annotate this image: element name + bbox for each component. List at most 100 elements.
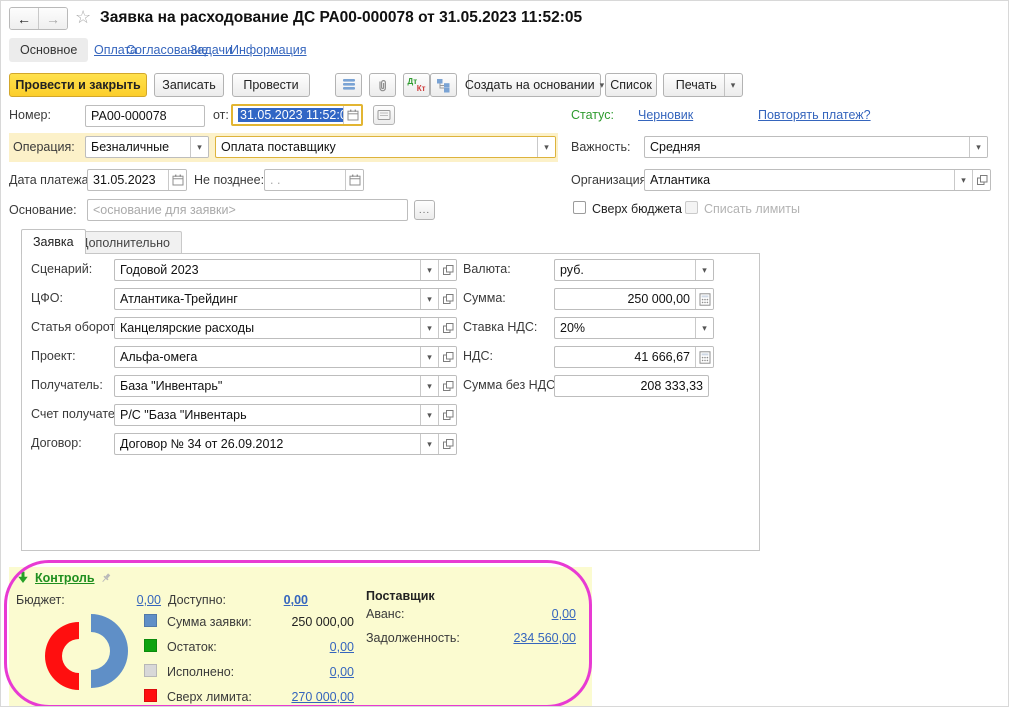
chevron-down-icon[interactable]: ▾ <box>537 137 555 157</box>
chevron-down-icon[interactable]: ▾ <box>420 289 438 309</box>
project-combo[interactable]: Альфа-омега ▾ <box>114 346 457 368</box>
open-icon[interactable] <box>438 405 456 425</box>
chevron-down-icon[interactable]: ▾ <box>954 170 972 190</box>
expand-down-icon[interactable] <box>17 571 29 584</box>
contract-combo[interactable]: Договор № 34 от 26.09.2012 ▾ <box>114 433 457 455</box>
status-link[interactable]: Черновик <box>638 108 693 122</box>
nav-link-tasks[interactable]: Задачи <box>190 43 232 57</box>
organization-value: Атлантика <box>645 173 954 187</box>
operation-kind-combo[interactable]: Оплата поставщику ▾ <box>215 136 556 158</box>
over-budget-checkbox[interactable] <box>573 201 586 214</box>
calculator-icon[interactable] <box>695 289 713 309</box>
not-later-label: Не позднее: <box>194 173 264 187</box>
create-on-basis-button[interactable]: Создать на основании ▾ <box>468 73 601 97</box>
number-value: РА00-000078 <box>86 109 204 123</box>
datetime-field[interactable]: 31.05.2023 11:52:05 <box>231 104 363 126</box>
vat-field[interactable]: 41 666,67 <box>554 346 714 368</box>
back-button[interactable]: ← <box>10 8 39 29</box>
legend-value-executed[interactable]: 0,00 <box>254 665 354 679</box>
chevron-down-icon[interactable]: ▾ <box>420 405 438 425</box>
open-icon[interactable] <box>972 170 990 190</box>
post-and-close-button[interactable]: Провести и закрыть <box>9 73 147 97</box>
importance-combo[interactable]: Средняя ▾ <box>644 136 988 158</box>
pin-icon[interactable] <box>99 572 112 585</box>
chevron-down-icon[interactable]: ▾ <box>420 434 438 454</box>
chevron-down-icon[interactable]: ▾ <box>695 318 713 338</box>
chevron-down-icon[interactable]: ▾ <box>695 260 713 280</box>
basis-field[interactable]: <основание для заявки> <box>87 199 408 221</box>
repeat-payment-link[interactable]: Повторять платеж? <box>758 108 871 122</box>
print-button[interactable]: Печать ▾ <box>663 73 743 97</box>
amount-field[interactable]: 250 000,00 <box>554 288 714 310</box>
debt-value-link[interactable]: 234 560,00 <box>476 631 576 645</box>
chevron-down-icon[interactable]: ▾ <box>969 137 987 157</box>
scenario-combo[interactable]: Годовой 2023 ▾ <box>114 259 457 281</box>
basis-select-button[interactable]: ... <box>414 200 435 220</box>
operation-type-combo[interactable]: Безналичные ▾ <box>85 136 209 158</box>
list-button[interactable]: Список <box>605 73 657 97</box>
advance-value-link[interactable]: 0,00 <box>496 607 576 621</box>
payee-account-combo[interactable]: Р/С "База "Инвентарь ▾ <box>114 404 457 426</box>
favorite-star-icon[interactable]: ☆ <box>75 7 91 28</box>
project-value: Альфа-омега <box>115 350 420 364</box>
currency-value: руб. <box>555 263 695 277</box>
operation-kind-value: Оплата поставщику <box>216 140 537 154</box>
open-icon[interactable] <box>438 347 456 367</box>
open-icon[interactable] <box>438 289 456 309</box>
nav-link-info[interactable]: Информация <box>230 43 307 57</box>
open-icon[interactable] <box>438 434 456 454</box>
tab-request-label: Заявка <box>33 235 74 249</box>
write-label: Записать <box>162 78 215 92</box>
post-button[interactable]: Провести <box>232 73 310 97</box>
open-icon[interactable] <box>438 260 456 280</box>
supplier-title: Поставщик <box>366 589 435 603</box>
not-later-field[interactable]: . . <box>264 169 364 191</box>
legend-label-request: Сумма заявки: <box>167 615 252 629</box>
forward-button[interactable]: → <box>39 8 67 29</box>
open-icon[interactable] <box>438 376 456 396</box>
calculator-icon[interactable] <box>695 347 713 367</box>
chevron-down-icon[interactable]: ▾ <box>420 318 438 338</box>
calendar-icon[interactable] <box>345 170 363 190</box>
back-icon: ← <box>17 11 31 27</box>
currency-combo[interactable]: руб. ▾ <box>554 259 714 281</box>
payment-date-field[interactable]: 31.05.2023 <box>87 169 187 191</box>
journal-button[interactable] <box>373 105 395 125</box>
vat-rate-combo[interactable]: 20% ▾ <box>554 317 714 339</box>
open-icon[interactable] <box>438 318 456 338</box>
calendar-icon[interactable] <box>168 170 186 190</box>
contract-value: Договор № 34 от 26.09.2012 <box>115 437 420 451</box>
legend-value-over-limit[interactable]: 270 000,00 <box>254 690 354 704</box>
control-section-link[interactable]: Контроль <box>35 571 95 585</box>
chevron-down-icon[interactable]: ▾ <box>190 137 208 157</box>
number-field[interactable]: РА00-000078 <box>85 105 205 127</box>
amount-value: 250 000,00 <box>555 292 695 306</box>
legend-label-executed: Исполнено: <box>167 665 234 679</box>
turnover-item-combo[interactable]: Канцелярские расходы ▾ <box>114 317 457 339</box>
status-label: Статус: <box>571 108 614 122</box>
amount-no-vat-field[interactable]: 208 333,33 <box>554 375 709 397</box>
not-later-value: . . <box>265 173 345 187</box>
register-records-button[interactable] <box>335 73 362 97</box>
cfo-combo[interactable]: Атлантика-Трейдинг ▾ <box>114 288 457 310</box>
payee-combo[interactable]: База "Инвентарь" ▾ <box>114 375 457 397</box>
budget-donut-chart <box>41 603 137 703</box>
dt-kt-button[interactable]: Дт Кт <box>403 73 430 97</box>
vat-value: 41 666,67 <box>555 350 695 364</box>
payee-account-value: Р/С "База "Инвентарь <box>115 408 420 422</box>
scenario-value: Годовой 2023 <box>115 263 420 277</box>
organization-combo[interactable]: Атлантика ▾ <box>644 169 991 191</box>
chevron-down-icon[interactable]: ▾ <box>420 347 438 367</box>
currency-label: Валюта: <box>463 262 511 276</box>
calendar-icon[interactable] <box>343 106 361 124</box>
list-icon <box>342 78 356 92</box>
chevron-down-icon[interactable]: ▾ <box>420 376 438 396</box>
tab-request[interactable]: Заявка <box>21 229 86 254</box>
structure-button[interactable] <box>430 73 457 97</box>
available-value-link[interactable]: 0,00 <box>256 593 308 607</box>
legend-value-remainder[interactable]: 0,00 <box>254 640 354 654</box>
attachments-button[interactable] <box>369 73 396 97</box>
chevron-down-icon[interactable]: ▾ <box>420 260 438 280</box>
nav-tab-main[interactable]: Основное <box>9 38 88 62</box>
write-button[interactable]: Записать <box>154 73 224 97</box>
